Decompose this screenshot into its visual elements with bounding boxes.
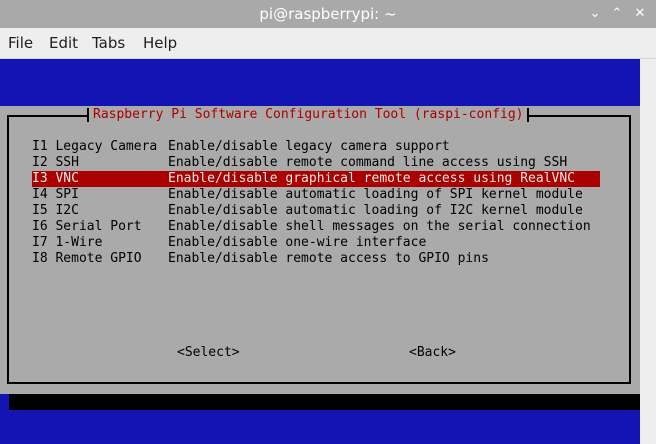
- menu-help[interactable]: Help: [143, 28, 177, 58]
- close-icon[interactable]: ✕: [630, 4, 650, 24]
- option-row-ssh[interactable]: I2 SSH Enable/disable remote command line…: [32, 155, 600, 171]
- option-row-vnc[interactable]: I3 VNC Enable/disable graphical remote ac…: [32, 171, 600, 187]
- option-description: Enable/disable graphical remote access u…: [168, 171, 575, 186]
- option-row-remote-gpio[interactable]: I8 Remote GPIO Enable/disable remote acce…: [32, 251, 600, 267]
- option-row-serial-port[interactable]: I6 Serial Port Enable/disable shell messa…: [32, 219, 600, 235]
- option-description: Enable/disable shell messages on the ser…: [168, 219, 591, 234]
- menu-file[interactable]: File: [8, 28, 33, 58]
- option-tag: I6 Serial Port: [32, 219, 142, 234]
- option-list: I1 Legacy Camera Enable/disable legacy ca…: [32, 139, 600, 267]
- title-bar: pi@raspberrypi: ~ ⌄ ⌃ ✕: [0, 0, 656, 28]
- option-row-legacy-camera[interactable]: I1 Legacy Camera Enable/disable legacy ca…: [32, 139, 600, 155]
- minimize-icon[interactable]: ⌄: [585, 4, 605, 24]
- terminal-area[interactable]: Raspberry Pi Software Configuration Tool…: [0, 59, 656, 444]
- menu-bar: File Edit Tabs Help: [0, 28, 656, 59]
- scrollbar[interactable]: [640, 59, 656, 444]
- maximize-icon[interactable]: ⌃: [607, 4, 627, 24]
- window-title: pi@raspberrypi: ~: [259, 5, 397, 23]
- option-tag: I1 Legacy Camera: [32, 139, 158, 154]
- option-description: Enable/disable automatic loading of SPI …: [168, 187, 583, 202]
- back-button[interactable]: <Back>: [409, 345, 456, 361]
- option-description: Enable/disable legacy camera support: [168, 139, 450, 154]
- dialog-title: Raspberry Pi Software Configuration Tool…: [87, 106, 530, 124]
- option-row-1-wire[interactable]: I7 1-Wire Enable/disable one-wire interfa…: [32, 235, 600, 251]
- menu-tabs[interactable]: Tabs: [92, 28, 125, 58]
- option-description: Enable/disable one-wire interface: [168, 235, 427, 250]
- option-row-i2c[interactable]: I5 I2C Enable/disable automatic loading o…: [32, 203, 600, 219]
- option-tag: I8 Remote GPIO: [32, 251, 142, 266]
- option-row-spi[interactable]: I4 SPI Enable/disable automatic loading o…: [32, 187, 600, 203]
- option-description: Enable/disable remote access to GPIO pin…: [168, 251, 489, 266]
- option-description: Enable/disable remote command line acces…: [168, 155, 568, 170]
- menu-edit[interactable]: Edit: [49, 28, 78, 58]
- option-tag: I5 I2C: [32, 203, 79, 218]
- select-button[interactable]: <Select>: [177, 345, 240, 361]
- option-tag: I2 SSH: [32, 155, 79, 170]
- option-tag: I7 1-Wire: [32, 235, 103, 250]
- raspi-config-dialog: Raspberry Pi Software Configuration Tool…: [0, 106, 640, 394]
- terminal-background: Raspberry Pi Software Configuration Tool…: [0, 59, 640, 444]
- dialog-shadow: [9, 394, 640, 410]
- option-description: Enable/disable automatic loading of I2C …: [168, 203, 583, 218]
- option-tag: I3 VNC: [32, 171, 79, 186]
- option-tag: I4 SPI: [32, 187, 79, 202]
